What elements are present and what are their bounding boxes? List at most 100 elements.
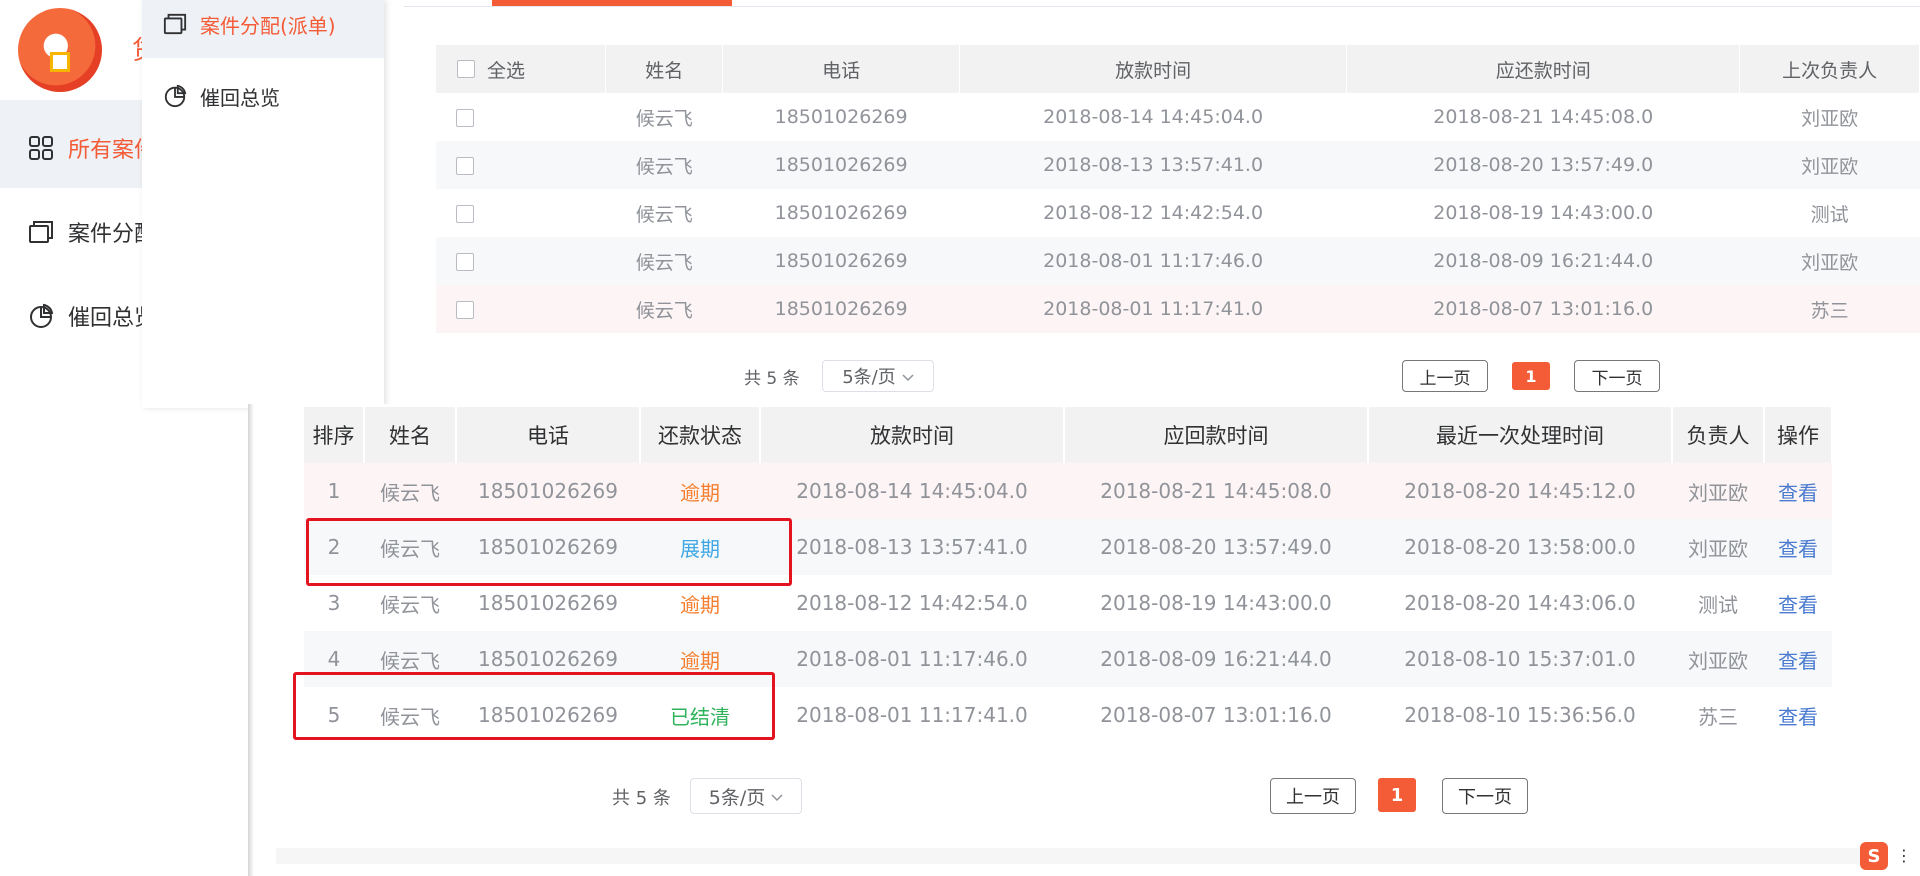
sidebar-item-collection-overview[interactable]: 催回总览 (28, 296, 142, 336)
row-checkbox[interactable] (456, 156, 474, 175)
cell-last-owner: 刘亚欧 (1739, 237, 1920, 285)
cell-loan-time: 2018-08-01 11:17:41.0 (959, 285, 1347, 333)
next-page-button[interactable]: 下一页 (1574, 360, 1660, 392)
current-page[interactable]: 1 (1378, 778, 1416, 812)
cell-owner: 刘亚欧 (1672, 519, 1764, 575)
cell-phone: 18501026269 (722, 237, 960, 285)
cell-last-handle-time: 2018-08-10 15:37:01.0 (1368, 631, 1672, 687)
sidebar-item-all-cases[interactable]: 所有案件 (28, 128, 148, 168)
table-row[interactable]: 候云飞 18501026269 2018-08-13 13:57:41.0 20… (436, 141, 1920, 189)
row-checkbox[interactable] (456, 252, 474, 271)
cell-index: 1 (304, 463, 364, 519)
cell-name: 候云飞 (605, 285, 723, 333)
cell-phone: 18501026269 (774, 106, 908, 128)
sidebar-item-case-assign[interactable]: 案件分配 (28, 212, 142, 252)
submenu-item-label: 催回总览 (200, 85, 280, 110)
input-method-icon[interactable]: S (1860, 842, 1888, 870)
cell-phone: 18501026269 (722, 141, 960, 189)
cell-due-time: 2018-08-07 13:01:16.0 (1346, 285, 1740, 333)
select-all-checkbox[interactable] (457, 60, 475, 78)
submenu-item-label: 案件分配(派单) (200, 13, 336, 38)
tab-divider (404, 6, 1920, 7)
overlay-bottom-strip (276, 848, 1864, 864)
table-header-row: 排序 姓名 电话 还款状态 放款时间 应回款时间 最近一次处理时间 负责人 操作 (304, 407, 1833, 463)
cell-due-time: 2018-08-19 14:43:00.0 (1100, 591, 1332, 615)
submenu-item-collection-overview[interactable]: 催回总览 (162, 76, 280, 116)
app-logo (18, 8, 102, 92)
cell-phone: 18501026269 (774, 202, 908, 224)
page-size-select[interactable]: 5条/页 (822, 360, 934, 392)
back-cases-table: 全选 姓名 电话 放款时间 应还款时间 上次负责人 候云飞 1850102626… (436, 45, 1920, 333)
grid-icon (28, 134, 54, 162)
cell-last-owner: 刘亚欧 (1801, 107, 1859, 130)
highlight-box-extended (306, 518, 792, 586)
table-header-row: 全选 姓名 电话 放款时间 应还款时间 上次负责人 (436, 45, 1920, 93)
column-header: 最近一次处理时间 (1368, 407, 1673, 463)
cell-owner: 测试 (1698, 592, 1738, 617)
tray-more-icon[interactable]: ⋮ (1896, 846, 1912, 865)
chevron-down-icon (771, 785, 783, 807)
view-link[interactable]: 查看 (1764, 687, 1832, 743)
cell-loan-time: 2018-08-14 14:45:04.0 (1043, 106, 1264, 128)
table-row[interactable]: 候云飞 18501026269 2018-08-01 11:17:41.0 20… (436, 285, 1920, 333)
cell-due-time: 2018-08-09 16:21:44.0 (1064, 631, 1368, 687)
prev-page-button[interactable]: 上一页 (1402, 360, 1488, 392)
view-link[interactable]: 查看 (1764, 463, 1832, 519)
cell-due-time: 2018-08-21 14:45:08.0 (1433, 106, 1654, 128)
view-link[interactable]: 查看 (1764, 575, 1832, 631)
sidebar-item-label: 案件分配 (68, 222, 142, 247)
cell-due-time: 2018-08-21 14:45:08.0 (1064, 463, 1368, 519)
page-size-value: 5条/页 (842, 367, 896, 388)
cell-due-time: 2018-08-19 14:43:00.0 (1433, 202, 1654, 224)
cell-loan-time: 2018-08-01 11:17:41.0 (796, 703, 1028, 727)
cell-owner: 苏三 (1698, 704, 1738, 729)
cell-due-time: 2018-08-20 13:57:49.0 (1346, 141, 1740, 189)
column-header: 排序 (304, 407, 365, 463)
table-row[interactable]: 候云飞 18501026269 2018-08-12 14:42:54.0 20… (436, 189, 1920, 237)
column-header: 应还款时间 (1346, 45, 1741, 93)
pie-chart-icon (28, 302, 54, 330)
view-link[interactable]: 查看 (1764, 631, 1832, 687)
table-row[interactable]: 候云飞 18501026269 2018-08-01 11:17:46.0 20… (436, 237, 1920, 285)
column-header: 电话 (456, 407, 641, 463)
column-header: 姓名 (605, 45, 724, 93)
column-header: 操作 (1764, 407, 1833, 463)
pager-total: 共 5 条 (612, 788, 671, 809)
copy-icon (28, 218, 54, 246)
cell-due-time: 2018-08-20 13:57:49.0 (1064, 519, 1368, 575)
cell-due-time: 2018-08-09 16:21:44.0 (1346, 237, 1740, 285)
chevron-down-icon (902, 366, 914, 387)
cell-last-owner: 测试 (1810, 203, 1849, 226)
submenu-item-case-assign-dispatch[interactable]: 案件分配(派单) (162, 4, 336, 44)
cell-last-handle-time: 2018-08-20 14:43:06.0 (1404, 591, 1636, 615)
cell-phone: 18501026269 (456, 463, 640, 519)
cell-last-owner: 刘亚欧 (1739, 141, 1920, 189)
column-header: 姓名 (364, 407, 457, 463)
cell-loan-time: 2018-08-14 14:45:04.0 (760, 463, 1064, 519)
prev-page-button[interactable]: 上一页 (1270, 778, 1356, 814)
row-checkbox[interactable] (456, 300, 474, 319)
column-header: 上次负责人 (1739, 45, 1920, 93)
row-checkbox[interactable] (456, 108, 474, 127)
select-all-column[interactable]: 全选 (436, 45, 607, 93)
page-size-select[interactable]: 5条/页 (690, 778, 802, 814)
pager-total: 共 5 条 (744, 369, 800, 389)
cell-last-handle-time: 2018-08-20 13:58:00.0 (1368, 519, 1672, 575)
column-header: 电话 (722, 45, 960, 93)
column-header: 放款时间 (959, 45, 1348, 93)
row-checkbox[interactable] (456, 204, 474, 223)
table-row[interactable]: 1 候云飞 18501026269 逾期 2018-08-14 14:45:04… (304, 463, 1832, 519)
cell-name: 候云飞 (635, 107, 693, 130)
current-page[interactable]: 1 (1512, 362, 1550, 390)
column-header: 负责人 (1672, 407, 1765, 463)
status-badge: 逾期 (640, 463, 760, 519)
cell-name: 候云飞 (605, 237, 723, 285)
cell-loan-time: 2018-08-13 13:57:41.0 (959, 141, 1347, 189)
cell-due-time: 2018-08-07 13:01:16.0 (1100, 703, 1332, 727)
view-link[interactable]: 查看 (1764, 519, 1832, 575)
cell-owner: 刘亚欧 (1672, 463, 1764, 519)
sidebar-item-label: 所有案件 (68, 138, 148, 163)
table-row[interactable]: 候云飞 18501026269 2018-08-14 14:45:04.0 20… (436, 93, 1920, 141)
next-page-button[interactable]: 下一页 (1442, 778, 1528, 814)
highlight-box-paid (293, 672, 775, 740)
